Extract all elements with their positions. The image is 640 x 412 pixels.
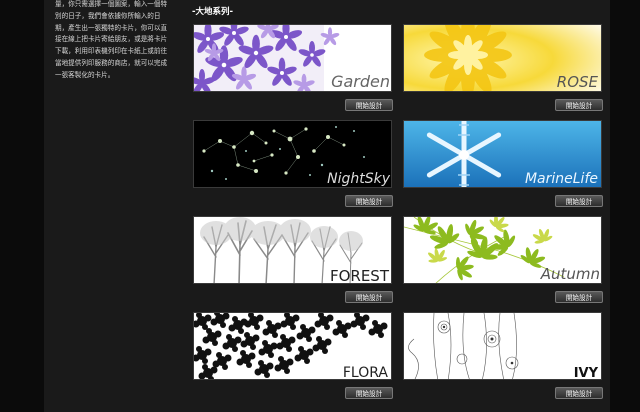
card-rose[interactable]: ROSE <box>403 24 602 92</box>
card-nightsky[interactable]: NightSky <box>193 120 392 188</box>
card-marinelife[interactable]: MarineLife <box>403 120 602 188</box>
autumn-image: Autumn <box>404 217 601 283</box>
start-design-button-marinelife[interactable]: 開始設計 <box>555 195 603 207</box>
section-title: -大地系列- <box>192 7 234 17</box>
start-design-button-garden[interactable]: 開始設計 <box>345 99 393 111</box>
flora-image: FLORA <box>194 313 391 380</box>
intro-line: 一張客製化的卡片。 <box>55 70 115 79</box>
start-design-button-forest[interactable]: 開始設計 <box>345 291 393 303</box>
card-title: NightSky <box>327 171 391 187</box>
card-title: Garden <box>331 72 390 91</box>
page-margin-right <box>610 0 640 412</box>
start-design-button-nightsky[interactable]: 開始設計 <box>345 195 393 207</box>
intro-text: 量，你只需選擇一個圖案，輸入一個特 別的日子，我們會依據你所輸入的日 期，產生出… <box>55 0 177 82</box>
page-margin-left <box>0 0 44 412</box>
card-title: Autumn <box>540 265 600 283</box>
nightsky-image: NightSky <box>194 121 391 187</box>
card-title: FOREST <box>330 267 390 284</box>
card-flora[interactable]: FLORA <box>193 312 392 380</box>
intro-line: 量，你只需選擇一個圖案，輸入一個特 <box>55 0 168 8</box>
card-forest[interactable]: FOREST <box>193 216 392 284</box>
garden-image: Garden <box>194 25 391 91</box>
intro-line: 當地提供列印服務的商店，就可以完成 <box>55 58 168 67</box>
forest-image: FOREST <box>194 217 391 284</box>
start-design-button-autumn[interactable]: 開始設計 <box>555 291 603 303</box>
start-design-button-rose[interactable]: 開始設計 <box>555 99 603 111</box>
intro-line: 別的日子，我們會依據你所輸入的日 <box>55 11 161 20</box>
card-title: MarineLife <box>525 171 598 187</box>
intro-line: 期，產生出一張獨特的卡片，你可以直 <box>55 23 168 32</box>
intro-line: 下載，利用印表機列印在卡紙上或前往 <box>55 47 168 56</box>
card-autumn[interactable]: Autumn <box>403 216 602 284</box>
card-title: ROSE <box>557 73 599 91</box>
card-title: IVY <box>574 366 599 380</box>
card-ivy[interactable]: IVY <box>403 312 602 380</box>
marinelife-image: MarineLife <box>404 121 601 187</box>
card-garden[interactable]: Garden <box>193 24 392 92</box>
start-design-button-ivy[interactable]: 開始設計 <box>555 387 603 399</box>
rose-image: ROSE <box>404 25 601 91</box>
card-title: FLORA <box>343 365 389 380</box>
start-design-button-flora[interactable]: 開始設計 <box>345 387 393 399</box>
ivy-image: IVY <box>404 313 601 380</box>
intro-line: 接在線上把卡片寄給朋友，或是將卡片 <box>55 35 168 44</box>
